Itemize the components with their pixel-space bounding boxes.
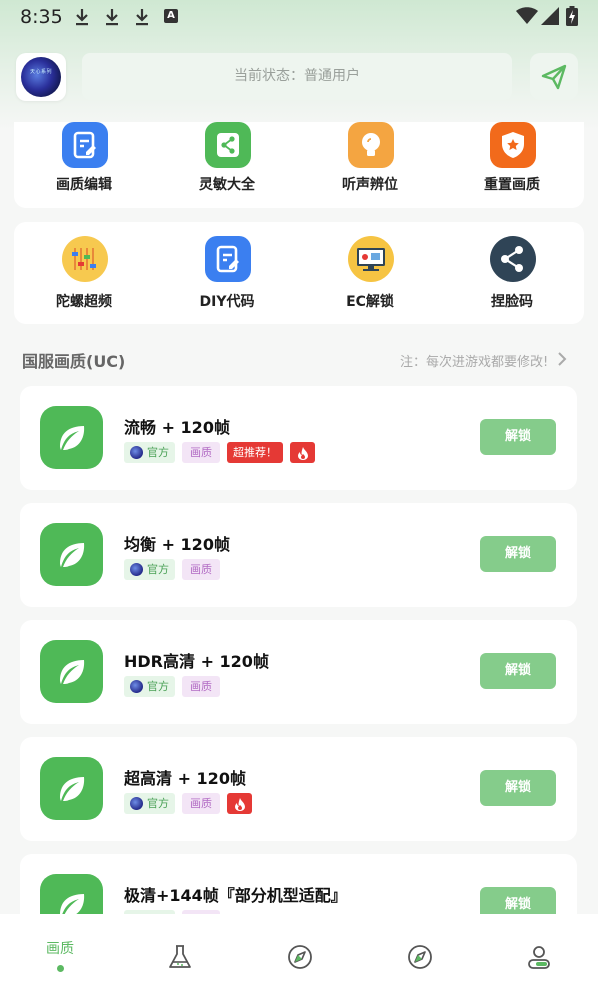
tag-row: 官方 画质 (124, 793, 252, 814)
official-tag-label: 官方 (147, 680, 169, 693)
status-bar: 8:35 A (0, 0, 598, 34)
tools-card-1: 画质编辑 灵敏大全 听声辨位 重置画质 (14, 122, 584, 208)
globe-icon (130, 563, 143, 576)
official-tag: 官方 (124, 676, 175, 697)
tool-sensitivity[interactable]: 灵敏大全 (157, 122, 297, 208)
quality-tag: 画质 (182, 442, 220, 463)
unlock-button[interactable]: 解锁 (480, 653, 556, 689)
send-button[interactable] (530, 53, 578, 100)
unlock-button[interactable]: 解锁 (480, 770, 556, 806)
official-tag-label: 官方 (147, 563, 169, 576)
quality-tag: 画质 (182, 676, 220, 697)
list-item[interactable]: 均衡 + 120帧 官方 画质 解锁 (20, 503, 577, 607)
monitor-icon (348, 236, 394, 282)
item-title: 流畅 + 120帧 (124, 418, 230, 437)
section-note[interactable]: 注：每次进游戏都要修改! (400, 351, 548, 370)
globe-icon (130, 797, 143, 810)
tool-sound-position[interactable]: 听声辨位 (300, 122, 440, 208)
leaf-icon (40, 406, 103, 469)
nav-tab-discover[interactable] (389, 914, 449, 998)
shield-star-icon (490, 122, 536, 168)
official-tag: 官方 (124, 442, 175, 463)
status-time: 8:35 (20, 6, 63, 28)
avatar: 天心系列 (21, 57, 61, 97)
tool-label: 陀螺超频 (56, 294, 112, 310)
tool-image-edit[interactable]: 画质编辑 (14, 122, 154, 208)
nav-tab-lab[interactable] (149, 914, 209, 998)
share-icon (205, 122, 251, 168)
item-title: 超高清 + 120帧 (124, 769, 246, 788)
item-title: 极清+144帧『部分机型适配』 (124, 886, 347, 905)
tool-label: 听声辨位 (342, 177, 398, 193)
official-tag-label: 官方 (147, 446, 169, 459)
tool-label: 画质编辑 (56, 177, 112, 193)
official-tag-label: 官方 (147, 797, 169, 810)
fire-icon (227, 793, 252, 814)
code-edit-icon (205, 236, 251, 282)
user-icon (528, 946, 550, 969)
tool-label: EC解锁 (346, 294, 394, 310)
item-title: HDR高清 + 120帧 (124, 652, 269, 671)
flask-icon (169, 945, 191, 968)
list-item[interactable]: HDR高清 + 120帧 官方 画质 解锁 (20, 620, 577, 724)
lightbulb-icon (348, 122, 394, 168)
avatar-button[interactable]: 天心系列 (16, 53, 66, 101)
tool-label: 捏脸码 (491, 294, 533, 310)
download-icon (104, 7, 120, 27)
leaf-icon (40, 640, 103, 703)
image-edit-icon (62, 122, 108, 168)
leaf-icon (40, 523, 103, 586)
globe-icon (130, 680, 143, 693)
tool-gyro-overclock[interactable]: 陀螺超频 (14, 222, 154, 324)
unlock-button[interactable]: 解锁 (480, 419, 556, 455)
tag-row: 官方 画质 超推荐！ (124, 442, 315, 463)
signal-icon (541, 7, 559, 29)
item-title: 均衡 + 120帧 (124, 535, 230, 554)
globe-icon (130, 446, 143, 459)
tag-row: 官方 画质 (124, 676, 220, 697)
tool-diy-code[interactable]: DIY代码 (157, 222, 297, 324)
bottom-nav: 画质 (0, 914, 598, 998)
quality-tag: 画质 (182, 559, 220, 580)
tools-card-2: 陀螺超频 DIY代码 EC解锁 捏脸码 (14, 222, 584, 324)
official-tag: 官方 (124, 559, 175, 580)
user-status-field[interactable]: 当前状态：普通用户 (82, 53, 512, 100)
nav-tab-label: 画质 (46, 941, 74, 957)
share-nodes-icon (490, 236, 536, 282)
tool-reset-quality[interactable]: 重置画质 (442, 122, 582, 208)
download-icon (74, 7, 90, 27)
download-icon (134, 7, 150, 27)
active-indicator (57, 965, 64, 972)
tool-label: DIY代码 (199, 294, 255, 310)
nav-tab-quality[interactable]: 画质 (30, 914, 90, 998)
compass-icon (288, 945, 312, 969)
tag-row: 官方 画质 (124, 559, 220, 580)
section-title: 国服画质(UC) (22, 352, 126, 371)
avatar-text: 天心系列 (29, 69, 52, 75)
nav-tab-explore[interactable] (269, 914, 329, 998)
recommended-tag: 超推荐！ (227, 442, 283, 463)
battery-icon (566, 6, 578, 30)
list-item[interactable]: 流畅 + 120帧 官方 画质 超推荐！ 解锁 (20, 386, 577, 490)
leaf-icon (40, 757, 103, 820)
official-tag: 官方 (124, 793, 175, 814)
list-item[interactable]: 超高清 + 120帧 官方 画质 解锁 (20, 737, 577, 841)
tool-label: 灵敏大全 (199, 177, 255, 193)
unlock-button[interactable]: 解锁 (480, 536, 556, 572)
send-icon (541, 64, 567, 90)
sliders-icon (62, 236, 108, 282)
tool-label: 重置画质 (484, 177, 540, 193)
nav-tab-profile[interactable] (508, 914, 568, 998)
tool-ec-unlock[interactable]: EC解锁 (300, 222, 440, 324)
wifi-icon (516, 7, 538, 29)
compass-icon (408, 945, 432, 969)
tool-face-code[interactable]: 捏脸码 (442, 222, 582, 324)
a-app-icon: A (164, 9, 178, 23)
quality-tag: 画质 (182, 793, 220, 814)
chevron-right-icon[interactable] (556, 351, 568, 371)
fire-icon (290, 442, 315, 463)
